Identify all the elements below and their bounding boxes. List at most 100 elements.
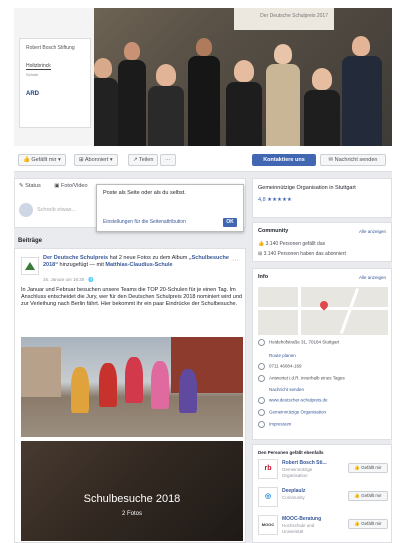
subscribed-label: Abonniert (84, 157, 109, 163)
mooc-page-logo[interactable]: MOOC (258, 515, 278, 535)
reply-text: Antwortet i.d.R. innerhalb eines Tages (269, 375, 345, 381)
related-title: Den Personen gefällt ebenfalls (258, 450, 324, 455)
page-rating[interactable]: 4,8 ★★★★★ (258, 197, 292, 203)
composer-avatar (19, 203, 33, 217)
post-options-icon[interactable]: ··· (232, 257, 239, 264)
attribution-popup: Poste als Seite oder als du selbst. Eins… (96, 184, 244, 232)
like-page-button[interactable]: 👍 Gefällt mir (348, 519, 388, 529)
album-count: 2 Fotos (121, 511, 142, 517)
message-button[interactable]: ✉ Nachricht senden (320, 154, 386, 166)
share-button[interactable]: ↗ Teilen (128, 154, 159, 166)
info-imprint: Impressum (258, 421, 388, 428)
phone-icon (258, 363, 265, 370)
album-overlay (21, 441, 243, 541)
crowd-photo (84, 28, 392, 146)
subscribed-button[interactable]: ⊞ Abonniert ▾ (74, 154, 118, 166)
community-see-all[interactable]: Alle anzeigen (359, 229, 386, 234)
liked-button[interactable]: 👍 Gefällt mir ▾ (18, 154, 66, 166)
info-website: www.deutscher-schulpreis.de (258, 397, 388, 404)
category-link[interactable]: Gemeinnützige Organisation (269, 410, 326, 415)
holtzbrinck-logo: Holtzbrinck (26, 63, 51, 70)
tab-status[interactable]: ✎ Status (19, 183, 47, 189)
cover-photo[interactable]: Der Deutsche Schulpreis 2017 Robert Bosc… (14, 8, 392, 146)
community-card: Community Alle anzeigen 👍 3.140 Personen… (252, 222, 392, 262)
info-reply: Antwortet i.d.R. innerhalb eines Tages (258, 375, 388, 382)
rbs-page-logo[interactable]: rb (258, 459, 278, 479)
post-page-name[interactable]: Der Deutsche Schulpreis (43, 255, 108, 261)
info-see-all[interactable]: Alle anzeigen (359, 275, 386, 280)
post-timestamp[interactable]: 16. Januar um 16:30 · 🌐 (43, 277, 94, 283)
send-message-link[interactable]: Nachricht senden (269, 387, 304, 392)
info-card: Info Alle anzeigen Heidehofstraße 31, 70… (252, 268, 392, 440)
page-action-bar: 👍 Gefällt mir ▾ ⊞ Abonniert ▾ ↗ Teilen ·… (14, 146, 392, 172)
info-title: Info (258, 274, 269, 280)
phone-text: 0711 46084-169 (269, 363, 302, 369)
related-page-item: MOOC MOOC-Beratung Hochschule und Univer… (258, 515, 388, 539)
related-pages-card: Den Personen gefällt ebenfalls rb Robert… (252, 444, 392, 543)
album-cover-photo[interactable]: Schulbesuche 2018 2 Fotos (21, 441, 243, 541)
tag-icon (258, 409, 265, 416)
messenger-icon (258, 375, 265, 382)
related-page-name[interactable]: MOOC-Beratung (282, 516, 321, 522)
liked-label: Gefällt mir (31, 157, 57, 163)
related-page-category: Community (282, 495, 305, 500)
globe-icon (258, 397, 265, 404)
info-category: Gemeinnützige Organisation (258, 409, 388, 416)
info-phone: 0711 46084-169 (258, 363, 388, 370)
banner-text: Der Deutsche Schulpreis 2017 (260, 13, 328, 19)
like-label: Gefällt mir (361, 521, 382, 526)
posts-heading: Beiträge (18, 238, 43, 244)
post-page-avatar[interactable] (21, 257, 39, 275)
message-label: Nachricht senden (334, 157, 378, 163)
like-page-button[interactable]: 👍 Gefällt mir (348, 491, 388, 501)
tab-status-label: Status (25, 183, 41, 189)
schulpreis-banner: Der Deutsche Schulpreis 2017 (234, 8, 334, 30)
likes-count: 3.140 Personen gefällt das (265, 241, 326, 247)
album-title: Schulbesuche 2018 (83, 493, 181, 505)
community-follows: ⊞ 3.140 Personen haben das abonniert (258, 251, 346, 257)
info-send[interactable]: Nachricht senden (269, 387, 392, 393)
popup-ok-button[interactable]: OK (223, 218, 237, 227)
facebook-page: Der Deutsche Schulpreis 2017 Robert Bosc… (14, 8, 392, 543)
composer-tabs: ✎ Status ▣ Foto/Video (19, 183, 100, 189)
related-page-category: Hochschule und Universität (282, 523, 315, 534)
address-text: Heidehofstraße 31, 70184 Stuttgart (269, 339, 340, 345)
route-link[interactable]: Route planen (269, 353, 296, 358)
popup-title: Poste als Seite oder als du selbst. (103, 190, 186, 196)
document-icon (258, 421, 265, 428)
like-label: Gefällt mir (361, 493, 382, 498)
location-icon (258, 339, 265, 346)
like-label: Gefällt mir (361, 465, 382, 470)
tab-photo-video[interactable]: ▣ Foto/Video (54, 183, 93, 189)
attribution-settings-link[interactable]: Einstellungen für die Seitenattribution (103, 219, 186, 225)
partner-logos: Robert Bosch Stiftung Holtzbrinck Schule… (19, 38, 91, 128)
contact-button[interactable]: Kontaktiere uns (252, 154, 316, 166)
follows-count: 3.140 Personen haben das abonniert (263, 251, 346, 257)
ard-logo: ARD (26, 91, 39, 97)
share-label: Teilen (139, 157, 154, 163)
info-address: Heidehofstraße 31, 70184 Stuttgart (258, 339, 388, 346)
post-header: Der Deutsche Schulpreis hat 2 neue Fotos… (43, 255, 239, 269)
imprint-link[interactable]: Impressum (269, 422, 291, 427)
related-page-name[interactable]: Robert Bosch Sti... (282, 460, 327, 466)
post-text: In Januar und Februar besuchen unsere Te… (21, 287, 242, 307)
related-page-item: ◎ Deeplaulz Community 👍 Gefällt mir (258, 487, 388, 511)
composer-input[interactable]: Schreib etwas... (37, 207, 76, 213)
community-likes: 👍 3.140 Personen gefällt das (258, 241, 326, 247)
post-photo-jumping-kids[interactable] (21, 337, 243, 437)
post-tagged-school[interactable]: Matthias-Claudius-Schule (105, 262, 172, 268)
location-map[interactable] (258, 287, 388, 335)
related-page-item: rb Robert Bosch Sti... Gemeinnützige Org… (258, 459, 388, 483)
tab-photo-label: Foto/Video (61, 183, 88, 189)
website-link[interactable]: www.deutscher-schulpreis.de (269, 398, 328, 403)
deeplaulz-page-logo[interactable]: ◎ (258, 487, 278, 507)
community-title: Community (258, 228, 289, 234)
post-added: hinzugefügt — mit (59, 262, 104, 268)
info-route[interactable]: Route planen (269, 353, 392, 359)
related-page-category: Gemeinnützige Organisation (282, 467, 313, 478)
like-page-button[interactable]: 👍 Gefällt mir (348, 463, 388, 473)
page-category: Gemeinnützige Organisation in Stuttgart (258, 185, 356, 191)
about-card: Gemeinnützige Organisation in Stuttgart … (252, 178, 392, 218)
related-page-name[interactable]: Deeplaulz (282, 488, 305, 494)
more-button[interactable]: ··· (160, 154, 176, 166)
